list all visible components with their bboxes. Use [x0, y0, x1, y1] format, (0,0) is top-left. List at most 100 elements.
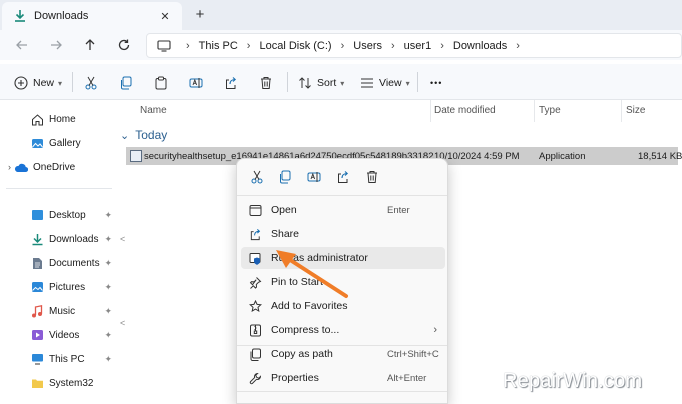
new-button[interactable]: New ▾ [14, 73, 62, 93]
new-tab-button[interactable]: + [190, 5, 210, 25]
menu-item-label: Open [271, 204, 297, 216]
menu-item-label: Properties [271, 372, 319, 384]
pin-icon: ✦ [104, 209, 112, 220]
pin-icon: ✦ [104, 281, 112, 292]
breadcrumb-this-pc[interactable]: This PC [199, 40, 238, 52]
breadcrumb-local-disk[interactable]: Local Disk (C:) [259, 40, 331, 52]
pc-icon [157, 39, 171, 52]
copy-icon [119, 76, 133, 90]
copy-path-icon [247, 346, 263, 362]
navigation-row: › This PC › Local Disk (C:) › Users › us… [0, 30, 682, 60]
new-label: New [33, 77, 55, 89]
menu-item-copy-as-path[interactable]: Copy as path Ctrl+Shift+C [241, 343, 445, 365]
chevron-down-icon: ▾ [340, 78, 345, 88]
file-date: 10/10/2024 4:59 PM [434, 150, 520, 162]
nav-label: This PC [49, 353, 85, 365]
open-icon [247, 202, 263, 218]
delete-button[interactable] [259, 73, 273, 93]
menu-item-label: Compress to... [271, 324, 340, 336]
breadcrumb-user1[interactable]: user1 [404, 40, 432, 52]
expand-chevron-icon[interactable]: › [8, 162, 18, 172]
nav-label: Desktop [49, 209, 86, 221]
nav-item-gallery[interactable]: Gallery [0, 133, 116, 153]
share-icon[interactable] [335, 169, 351, 185]
breadcrumb-separator: › [186, 39, 190, 52]
tab-downloads[interactable]: Downloads ✕ [2, 2, 182, 30]
close-tab-icon[interactable]: ✕ [156, 10, 174, 23]
cut-icon[interactable] [249, 169, 265, 185]
view-button[interactable]: View ▾ [360, 73, 410, 93]
chevron-down-icon: ▾ [58, 78, 63, 88]
group-label: Today [135, 128, 168, 142]
breadcrumb-separator: › [516, 39, 520, 52]
address-bar[interactable]: › This PC › Local Disk (C:) › Users › us… [146, 33, 682, 58]
pin-icon: ✦ [104, 305, 112, 316]
column-divider[interactable] [621, 100, 622, 122]
scroll-marker-icon: ˂ [120, 234, 126, 244]
nav-item-home[interactable]: Home [0, 109, 116, 129]
breadcrumb-users[interactable]: Users [353, 40, 382, 52]
sort-button[interactable]: Sort ▾ [298, 73, 344, 93]
paste-icon [154, 76, 168, 90]
column-header-type[interactable]: Type [539, 105, 561, 116]
nav-divider [6, 188, 112, 189]
group-header-today[interactable]: ⌄ Today [120, 128, 167, 142]
breadcrumb-downloads[interactable]: Downloads [453, 40, 507, 52]
cut-button[interactable] [84, 73, 98, 93]
nav-label: Downloads [49, 233, 99, 245]
share-button[interactable] [224, 73, 238, 93]
menu-item-properties[interactable]: Properties Alt+Enter [241, 367, 445, 389]
menu-item-label: Share [271, 228, 300, 240]
menu-shortcut: Alt+Enter [387, 372, 427, 384]
nav-item-system32[interactable]: System32 [0, 373, 116, 393]
refresh-button[interactable] [114, 35, 134, 55]
nav-item-onedrive[interactable]: › OneDrive [0, 157, 116, 177]
tab-title: Downloads [34, 10, 89, 22]
sort-icon [298, 76, 312, 90]
delete-icon [259, 76, 273, 90]
delete-icon[interactable] [364, 169, 380, 185]
copy-button[interactable] [119, 73, 133, 93]
forward-button[interactable] [46, 35, 66, 55]
nav-label: Music [49, 305, 76, 317]
nav-label: Documents [49, 257, 100, 269]
menu-shortcut: Enter [387, 204, 410, 216]
more-options-button[interactable]: ••• [430, 73, 442, 93]
breadcrumb-separator: › [246, 39, 251, 52]
toolbar-divider [287, 72, 288, 92]
up-button[interactable] [80, 35, 100, 55]
column-header-size[interactable]: Size [626, 105, 645, 116]
chevron-down-icon: ▾ [405, 78, 410, 88]
column-divider[interactable] [534, 100, 535, 122]
nav-item-this-pc[interactable]: This PC ✦ [0, 349, 116, 369]
nav-item-videos[interactable]: Videos ✦ [0, 325, 116, 345]
documents-icon [30, 256, 44, 270]
paste-button[interactable] [154, 73, 168, 93]
nav-item-pictures[interactable]: Pictures ✦ [0, 277, 116, 297]
menu-item-open[interactable]: Open Enter [241, 199, 445, 221]
pin-icon: ✦ [104, 257, 112, 268]
nav-label: Home [49, 113, 76, 125]
copy-icon[interactable] [277, 169, 293, 185]
nav-item-music[interactable]: Music ✦ [0, 301, 116, 321]
column-header-name[interactable]: Name [140, 105, 167, 116]
zip-icon [247, 322, 263, 338]
videos-icon [30, 328, 44, 342]
watermark-logo: RepairWin.com [503, 370, 643, 392]
nav-item-documents[interactable]: Documents ✦ [0, 253, 116, 273]
column-divider[interactable] [430, 100, 431, 122]
toolbar-divider [72, 72, 73, 92]
pictures-icon [30, 280, 44, 294]
nav-label: Pictures [49, 281, 86, 293]
chevron-down-icon: ⌄ [120, 129, 130, 142]
nav-item-desktop[interactable]: Desktop ✦ [0, 205, 116, 225]
nav-item-downloads[interactable]: Downloads ✦ [0, 229, 116, 249]
column-header-date[interactable]: Date modified [434, 105, 496, 116]
breadcrumb-separator: › [340, 39, 345, 52]
cut-icon [84, 76, 98, 90]
rename-icon[interactable] [306, 169, 322, 185]
rename-icon [189, 76, 203, 90]
back-button[interactable] [12, 35, 32, 55]
rename-button[interactable] [189, 73, 203, 93]
menu-item-compress-to[interactable]: Compress to... › [241, 319, 445, 341]
